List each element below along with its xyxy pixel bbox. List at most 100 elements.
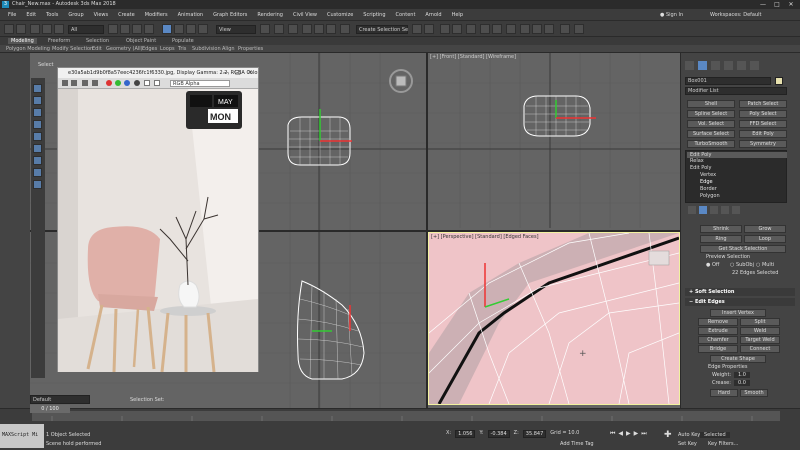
select-manipulate-icon[interactable]: [274, 24, 284, 34]
sign-in-button[interactable]: ● Sign In: [660, 12, 683, 18]
stack-item-edit-poly[interactable]: Edit Poly: [690, 165, 712, 171]
hard-button[interactable]: Hard: [710, 389, 738, 397]
ring-button[interactable]: Ring: [700, 235, 742, 243]
ribbon-tab-populate[interactable]: Populate: [172, 38, 194, 44]
chamfer-button[interactable]: Chamfer: [698, 336, 738, 344]
shell-button[interactable]: Shell: [687, 100, 735, 108]
menu-arnold[interactable]: Arnold: [420, 12, 446, 18]
save-image-icon[interactable]: [62, 80, 68, 86]
select-scale-icon[interactable]: [186, 24, 196, 34]
ribbon-panel-edit[interactable]: Edit: [92, 46, 102, 52]
menu-help[interactable]: Help: [447, 12, 468, 18]
image-maximize-button[interactable]: □: [232, 68, 244, 78]
weld-button[interactable]: Weld: [740, 327, 780, 335]
select-rotate-icon[interactable]: [174, 24, 184, 34]
grow-button[interactable]: Grow: [744, 225, 786, 233]
image-close-button[interactable]: ✕: [244, 68, 256, 78]
ribbon-panel-polygon-modeling[interactable]: Polygon Modeling: [6, 46, 50, 52]
extrude-button[interactable]: Extrude: [698, 327, 738, 335]
spinner-snap-icon[interactable]: [340, 24, 350, 34]
align-icon[interactable]: [424, 24, 434, 34]
preview-subobj-radio[interactable]: ○ SubObj: [730, 262, 754, 268]
window-crossing-icon[interactable]: [144, 24, 154, 34]
stack-item-border[interactable]: Border: [700, 186, 717, 192]
ribbon-panel-loops[interactable]: Loops: [160, 46, 175, 52]
rectangle-selection-icon[interactable]: [132, 24, 142, 34]
display-all-icon[interactable]: [33, 108, 42, 117]
chair-wireframe-left[interactable]: [292, 275, 372, 385]
red-channel-icon[interactable]: [106, 80, 112, 86]
select-object-icon[interactable]: [108, 24, 118, 34]
timeline-track[interactable]: [32, 411, 780, 421]
ribbon-panel-align[interactable]: Align: [222, 46, 235, 52]
redo-icon[interactable]: [16, 24, 26, 34]
set-key-button[interactable]: Set Key: [678, 441, 697, 447]
alpha-channel-icon[interactable]: [134, 80, 140, 86]
make-unique-icon[interactable]: [710, 206, 718, 214]
configure-sets-icon[interactable]: [732, 206, 740, 214]
menu-views[interactable]: Views: [89, 12, 113, 18]
image-minimize-button[interactable]: —: [220, 68, 232, 78]
spacewarps-filter-icon[interactable]: [33, 180, 42, 189]
maximize-button[interactable]: □: [770, 0, 784, 9]
app-logo-icon[interactable]: 3: [2, 1, 9, 8]
turbosmooth-button[interactable]: TurboSmooth: [687, 140, 735, 148]
mirror-icon[interactable]: [412, 24, 422, 34]
preview-off-radio[interactable]: ● Off: [706, 262, 719, 268]
vol-select-button[interactable]: Vol. Select: [687, 120, 735, 128]
bridge-button[interactable]: Bridge: [698, 345, 738, 353]
render-in-cloud-icon[interactable]: [560, 24, 570, 34]
shrink-button[interactable]: Shrink: [700, 225, 742, 233]
insert-vertex-button[interactable]: Insert Vertex: [710, 309, 766, 317]
ribbon-panel-subdivision[interactable]: Subdivision: [192, 46, 221, 52]
crease-field[interactable]: 0.0: [734, 380, 750, 386]
next-frame-icon[interactable]: ▶: [634, 430, 639, 438]
bind-space-warp-icon[interactable]: [54, 24, 64, 34]
time-slider[interactable]: 0 / 100: [30, 405, 70, 413]
symmetry-button[interactable]: Symmetry: [739, 140, 787, 148]
play-icon[interactable]: ▶: [626, 430, 631, 438]
menu-create[interactable]: Create: [113, 12, 140, 18]
y-coordinate-field[interactable]: -0.384: [487, 430, 510, 438]
menu-civil-view[interactable]: Civil View: [288, 12, 322, 18]
viewcube-icon[interactable]: [388, 68, 414, 94]
patch-select-button[interactable]: Patch Select: [739, 100, 787, 108]
poly-select-button[interactable]: Poly Select: [739, 110, 787, 118]
surface-select-button[interactable]: Surface Select: [687, 130, 735, 138]
menu-graph-editors[interactable]: Graph Editors: [208, 12, 252, 18]
x-coordinate-field[interactable]: 1.056: [455, 430, 476, 438]
previous-frame-icon[interactable]: ◀: [618, 430, 623, 438]
stack-item-edge[interactable]: Edge: [700, 179, 713, 185]
keyboard-shortcut-icon[interactable]: [288, 24, 298, 34]
render-production-icon[interactable]: [544, 24, 554, 34]
image-viewer-window[interactable]: e30a5ab1d9b0f8a57eec4236fc1f6330.jpg, Di…: [57, 67, 259, 372]
pin-stack-icon[interactable]: [688, 206, 696, 214]
ribbon-panel-tris[interactable]: Tris: [178, 46, 186, 52]
copy-image-icon[interactable]: [71, 80, 77, 86]
hierarchy-panel-icon[interactable]: [711, 61, 720, 70]
edit-edges-rollout[interactable]: − Edit Edges: [685, 298, 795, 306]
add-time-tag-button[interactable]: Add Time Tag: [560, 441, 594, 447]
connect-button[interactable]: Connect: [740, 345, 780, 353]
ribbon-toggle-icon[interactable]: [466, 24, 476, 34]
a360-gallery-icon[interactable]: [574, 24, 584, 34]
ribbon-panel-modify-selection[interactable]: Modify Selection: [52, 46, 93, 52]
key-filters-button[interactable]: Key Filters...: [708, 441, 738, 447]
weight-field[interactable]: 1.0: [734, 372, 750, 378]
loop-button[interactable]: Loop: [744, 235, 786, 243]
monochrome-icon[interactable]: [144, 80, 150, 86]
ffd-select-button[interactable]: FFD Select: [739, 120, 787, 128]
menu-edit[interactable]: Edit: [21, 12, 41, 18]
minimize-button[interactable]: —: [756, 0, 770, 9]
go-to-start-icon[interactable]: ⏮: [610, 430, 615, 438]
ribbon-panel-geometry[interactable]: Geometry (All): [106, 46, 143, 52]
scene-tab-select[interactable]: Select: [38, 62, 53, 68]
reference-coordinate-dropdown[interactable]: View: [216, 25, 256, 34]
z-coordinate-field[interactable]: 35.847: [522, 430, 547, 438]
edit-poly-button[interactable]: Edit Poly: [739, 130, 787, 138]
show-end-result-icon[interactable]: [699, 206, 707, 214]
ribbon-tab-freeform[interactable]: Freeform: [48, 38, 70, 44]
target-weld-button[interactable]: Target Weld: [740, 336, 780, 344]
helpers-filter-icon[interactable]: [33, 168, 42, 177]
selection-filter-dropdown[interactable]: All: [68, 25, 104, 34]
